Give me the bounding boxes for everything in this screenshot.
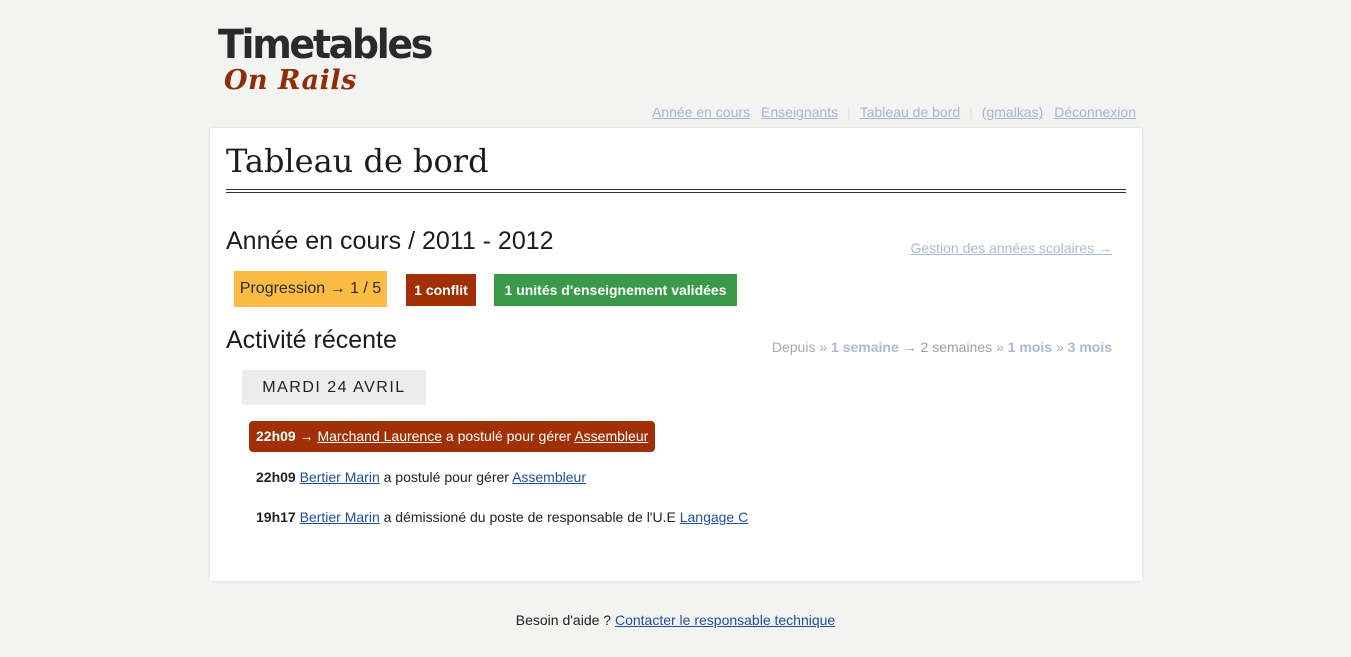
page-title: Tableau de bord bbox=[226, 142, 489, 180]
filter-one-month[interactable]: 1 mois bbox=[1008, 339, 1052, 355]
top-nav: Année en cours Enseignants | Tableau de … bbox=[652, 104, 1136, 120]
entry-action: a postulé pour gérer bbox=[383, 469, 509, 485]
conflict-badge[interactable]: 1 conflit bbox=[406, 274, 476, 306]
activity-period-filter: Depuis » 1 semaine → 2 semaines » 1 mois… bbox=[772, 339, 1112, 355]
filter-three-months[interactable]: 3 mois bbox=[1068, 339, 1112, 355]
activity-heading: Activité récente bbox=[226, 326, 397, 354]
main-panel: Tableau de bord Année en cours / 2011 - … bbox=[210, 128, 1142, 581]
filter-arrow: → bbox=[902, 339, 917, 355]
entry-person-link[interactable]: Marchand Laurence bbox=[317, 428, 442, 444]
entry-time: 22h09 bbox=[256, 428, 296, 444]
filter-one-week[interactable]: 1 semaine bbox=[831, 339, 899, 355]
logo-title: Timetables bbox=[218, 22, 433, 68]
entry-target-link[interactable]: Langage C bbox=[680, 509, 749, 525]
logo: Timetables On Rails bbox=[218, 22, 442, 96]
nav-separator: | bbox=[969, 104, 973, 120]
since-label: Depuis bbox=[771, 339, 816, 355]
entry-time: 22h09 bbox=[256, 469, 296, 485]
year-heading: Année en cours / 2011 - 2012 bbox=[226, 227, 554, 255]
activity-entry: 19h17 Bertier Marin a démissioné du post… bbox=[256, 509, 748, 525]
nav-dashboard-link[interactable]: Tableau de bord bbox=[860, 104, 960, 120]
nav-teachers-link[interactable]: Enseignants bbox=[761, 104, 838, 120]
filter-two-weeks-current: 2 semaines bbox=[920, 339, 993, 355]
entry-action: a démissioné du poste de responsable de … bbox=[383, 509, 676, 525]
help-question: Besoin d'aide ? bbox=[515, 612, 612, 628]
activity-entry: 22h09 Bertier Marin a postulé pour gérer… bbox=[256, 469, 586, 485]
manage-years-link[interactable]: Gestion des années scolaires → bbox=[910, 240, 1112, 256]
entry-target-link[interactable]: Assembleur bbox=[512, 469, 586, 485]
day-header: MARDI 24 AVRIL bbox=[242, 370, 426, 405]
validated-badge[interactable]: 1 unités d'enseignement validées bbox=[494, 274, 737, 306]
activity-entry-highlighted: 22h09 → Marchand Laurence a postulé pour… bbox=[249, 421, 656, 452]
entry-person-link[interactable]: Bertier Marin bbox=[300, 509, 380, 525]
progress-badge[interactable]: Progression → 1 / 5 bbox=[234, 271, 387, 307]
title-divider bbox=[226, 189, 1126, 193]
entry-target-link[interactable]: Assembleur bbox=[574, 428, 648, 444]
nav-logout-link[interactable]: Déconnexion bbox=[1054, 104, 1136, 120]
entry-person-link[interactable]: Bertier Marin bbox=[300, 469, 380, 485]
logo-subtitle: On Rails bbox=[224, 65, 357, 96]
filter-separator: » bbox=[1055, 339, 1064, 355]
entry-arrow: → bbox=[299, 428, 314, 444]
nav-separator: | bbox=[847, 104, 851, 120]
entry-time: 19h17 bbox=[256, 509, 296, 525]
nav-user-link[interactable]: (gmalkas) bbox=[982, 104, 1043, 120]
filter-separator: » bbox=[819, 339, 828, 355]
nav-current-year-link[interactable]: Année en cours bbox=[652, 104, 750, 120]
entry-action: a postulé pour gérer bbox=[445, 428, 572, 444]
footer: Besoin d'aide ? Contacter le responsable… bbox=[0, 612, 1351, 628]
contact-support-link[interactable]: Contacter le responsable technique bbox=[615, 612, 835, 628]
filter-separator: » bbox=[996, 339, 1004, 355]
